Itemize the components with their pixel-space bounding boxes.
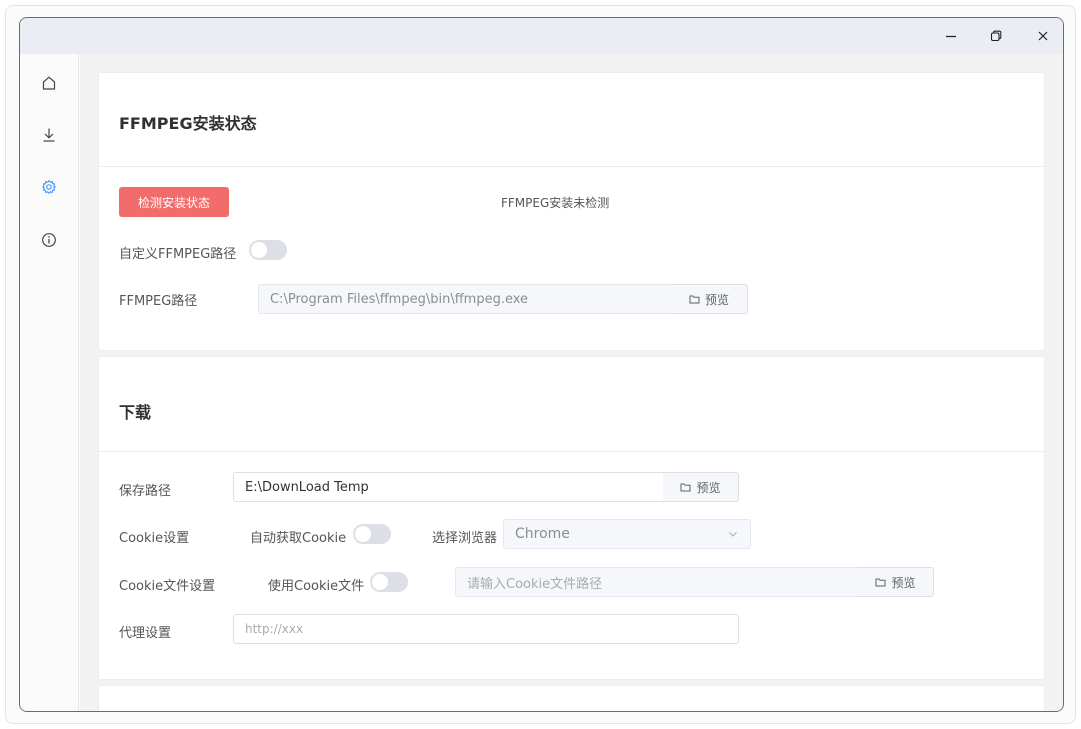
download-icon xyxy=(43,128,55,142)
browse-label: 预览 xyxy=(704,292,729,307)
save-path-input[interactable]: E:\DownLoad Temp xyxy=(233,472,664,502)
use-cookie-file-label: 使用Cookie文件 xyxy=(268,579,365,594)
proxy-placeholder: http://xxx xyxy=(245,622,304,636)
sidebar-item-about[interactable] xyxy=(34,225,64,255)
cookie-label: Cookie设置 xyxy=(119,531,190,546)
sidebar-item-download[interactable] xyxy=(34,120,64,150)
cookie-file-label: Cookie文件设置 xyxy=(119,579,216,594)
browser-value: Chrome xyxy=(515,526,570,542)
save-path-value: E:\DownLoad Temp xyxy=(245,479,369,495)
folder-icon xyxy=(875,578,886,587)
info-icon xyxy=(42,233,56,247)
switch-knob xyxy=(355,526,371,542)
settings-content: FFMPEG安装状态 检测安装状态 FFMPEG安装未检测 自定义FFMPEG路… xyxy=(80,54,1063,711)
download-card-title: 下载 xyxy=(119,403,152,422)
cookie-file-placeholder: 请输入Cookie文件路径 xyxy=(467,576,603,592)
switch-knob xyxy=(251,242,267,258)
close-icon xyxy=(1038,31,1048,41)
auto-cookie-switch[interactable] xyxy=(353,524,391,544)
app-window: FFMPEG安装状态 检测安装状态 FFMPEG安装未检测 自定义FFMPEG路… xyxy=(19,17,1064,712)
install-status-text: FFMPEG安装未检测 xyxy=(501,196,610,210)
ffmpeg-browse-button[interactable]: 预览 xyxy=(671,284,748,314)
auto-cookie-label: 自动获取Cookie xyxy=(250,531,347,546)
folder-icon xyxy=(689,295,700,304)
custom-path-switch[interactable] xyxy=(249,240,287,260)
save-path-browse-button[interactable]: 预览 xyxy=(663,472,739,502)
ffmpeg-card-title: FFMPEG安装状态 xyxy=(119,114,257,133)
browser-select[interactable]: Chrome xyxy=(503,519,751,549)
chevron-down-icon xyxy=(729,532,737,537)
check-install-button[interactable]: 检测安装状态 xyxy=(119,187,229,217)
browser-label: 选择浏览器 xyxy=(432,531,498,546)
folder-icon xyxy=(680,483,691,492)
restore-icon xyxy=(990,30,1002,42)
minimize-icon xyxy=(946,35,956,38)
custom-path-label: 自定义FFMPEG路径 xyxy=(119,247,237,262)
use-cookie-file-switch[interactable] xyxy=(370,572,408,592)
sidebar-item-settings[interactable] xyxy=(34,172,64,202)
download-card: 下载 保存路径 E:\DownLoad Temp 预览 Cookie设置 自动获… xyxy=(98,356,1045,680)
switch-knob xyxy=(372,574,388,590)
browse-label: 预览 xyxy=(696,480,721,495)
browse-label: 预览 xyxy=(891,575,916,590)
save-path-label: 保存路径 xyxy=(119,484,172,499)
gear-icon xyxy=(42,180,56,194)
home-icon xyxy=(42,76,56,90)
ffmpeg-path-value: C:\Program Files\ffmpeg\bin\ffmpeg.exe xyxy=(270,291,529,307)
minimize-button[interactable] xyxy=(928,18,974,54)
ffmpeg-path-input[interactable]: C:\Program Files\ffmpeg\bin\ffmpeg.exe xyxy=(258,284,672,314)
proxy-label: 代理设置 xyxy=(119,626,172,641)
ffmpeg-card: FFMPEG安装状态 检测安装状态 FFMPEG安装未检测 自定义FFMPEG路… xyxy=(98,72,1045,351)
close-button[interactable] xyxy=(1020,18,1063,54)
cookie-file-input[interactable]: 请输入Cookie文件路径 xyxy=(455,567,859,597)
sidebar xyxy=(20,54,79,711)
restore-button[interactable] xyxy=(973,18,1019,54)
sidebar-item-home[interactable] xyxy=(34,68,64,98)
cookie-file-browse-button[interactable]: 预览 xyxy=(858,567,934,597)
ffmpeg-card-header: FFMPEG安装状态 xyxy=(99,73,1044,167)
next-settings-card xyxy=(98,685,1045,711)
ffmpeg-path-label: FFMPEG路径 xyxy=(119,294,198,309)
title-bar xyxy=(20,18,1063,54)
proxy-input[interactable]: http://xxx xyxy=(233,614,739,644)
download-card-header: 下载 xyxy=(99,357,1044,452)
